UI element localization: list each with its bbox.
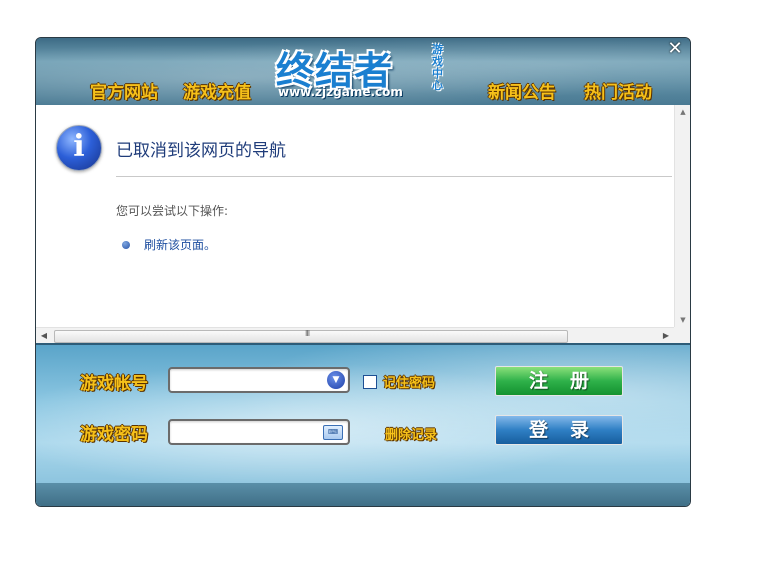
navigation-cancelled-title: 已取消到该网页的导航 <box>116 141 286 161</box>
scroll-down-icon[interactable]: ▼ <box>675 313 690 327</box>
nav-recharge[interactable]: 游戏充值 <box>183 78 251 103</box>
account-input[interactable] <box>174 371 318 389</box>
hint-text: 您可以尝试以下操作: <box>116 204 229 218</box>
login-button[interactable]: 登录 <box>495 415 623 445</box>
game-logo: 终结者 www.zjzgame.com 游戏中心 <box>272 40 448 102</box>
horizontal-scroll-thumb[interactable]: III <box>54 329 568 343</box>
panel-bottom-bar <box>36 483 690 506</box>
account-field[interactable]: ▼ <box>168 367 350 393</box>
keyboard-icon[interactable]: ⌨ <box>323 425 343 440</box>
password-input[interactable] <box>174 423 318 441</box>
login-panel: 游戏帐号 ▼ 记住密码 注册 游戏密码 ⌨ 删除记录 登录 <box>36 343 690 506</box>
password-label: 游戏密码 <box>80 425 148 445</box>
login-window: 官方网站 游戏充值 终结者 www.zjzgame.com 游戏中心 新闻公告 … <box>35 37 691 507</box>
scroll-corner <box>674 327 690 343</box>
nav-events[interactable]: 热门活动 <box>584 78 652 103</box>
refresh-page-link[interactable]: 刷新该页面。 <box>144 236 216 253</box>
register-button[interactable]: 注册 <box>495 366 623 396</box>
scroll-left-icon[interactable]: ◀ <box>36 328 52 344</box>
chevron-down-icon[interactable]: ▼ <box>327 371 345 389</box>
nav-news[interactable]: 新闻公告 <box>488 78 556 103</box>
password-field[interactable]: ⌨ <box>168 419 350 445</box>
remember-password-checkbox[interactable] <box>363 375 377 389</box>
horizontal-scrollbar[interactable]: ◀ III ▶ <box>36 327 674 344</box>
nav-official-site[interactable]: 官方网站 <box>90 78 158 103</box>
close-icon[interactable]: ✕ <box>666 40 684 58</box>
remember-password-label[interactable]: 记住密码 <box>383 372 435 391</box>
info-icon: i <box>56 125 102 171</box>
divider <box>116 176 672 177</box>
logo-url: www.zjzgame.com <box>278 85 403 99</box>
header-banner: 官方网站 游戏充值 终结者 www.zjzgame.com 游戏中心 新闻公告 … <box>36 38 690 105</box>
scroll-up-icon[interactable]: ▲ <box>675 105 690 119</box>
logo-side-text: 游戏中心 <box>432 43 443 92</box>
account-label: 游戏帐号 <box>80 374 148 394</box>
vertical-scrollbar[interactable]: ▲ ▼ <box>674 105 690 327</box>
browser-content: i 已取消到该网页的导航 您可以尝试以下操作: 刷新该页面。 ▲ ▼ ◀ III… <box>36 105 690 344</box>
scroll-right-icon[interactable]: ▶ <box>658 328 674 344</box>
scroll-grip: III <box>305 329 310 338</box>
delete-records-link[interactable]: 删除记录 <box>385 424 437 443</box>
bullet-icon <box>122 241 130 249</box>
